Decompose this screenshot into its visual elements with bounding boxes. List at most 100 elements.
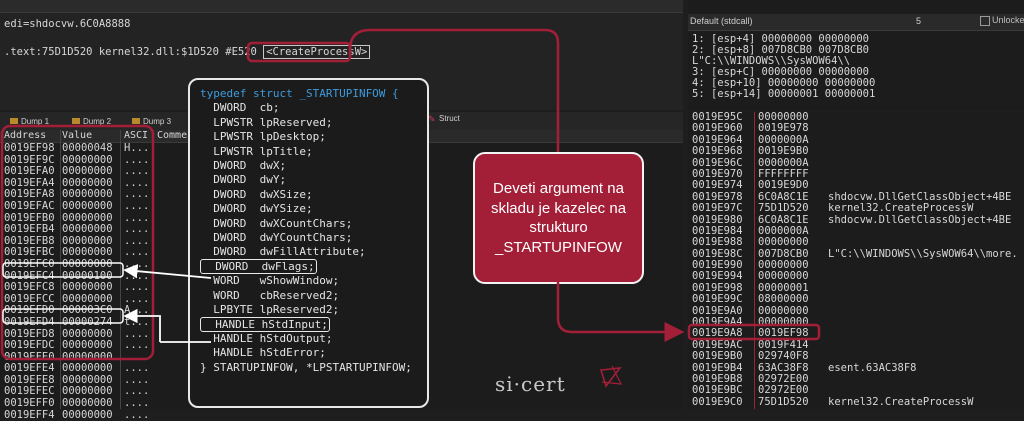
struct-line-text: HANDLE hStdInput; — [200, 316, 330, 332]
row-value: 00000000 — [62, 199, 113, 212]
struct-line-text: DWORD cb; — [200, 101, 280, 115]
tab-dump-3[interactable]: Dump 3 — [132, 114, 171, 128]
row-value: 00000274 — [62, 315, 113, 328]
struct-line: HANDLE hStdError; — [200, 346, 412, 360]
struct-line-text: DWORD dwX; — [200, 159, 287, 173]
row-address: 0019EFC0 — [4, 257, 55, 270]
row-address: 0019EFF4 — [4, 408, 55, 421]
row-value: 00000048 — [62, 142, 113, 154]
struct-line: DWORD dwYSize; — [200, 202, 412, 216]
row-value: 75D1D520 — [758, 202, 809, 215]
tab-label: Struct — [439, 114, 460, 123]
struct-line-text: HANDLE hStdOutput; — [200, 331, 333, 345]
col-comment[interactable]: Comme — [157, 130, 187, 141]
arguments-header: Default (stdcall) 5 Unlocke — [688, 14, 1024, 31]
dump-icon — [72, 118, 80, 124]
struct-line-text: WORD cbReserved2; — [200, 288, 340, 302]
row-ascii: H... — [124, 142, 150, 154]
row-address: 0019EFC8 — [4, 281, 55, 294]
stack-arg-item[interactable]: 2: [esp+8] 007D8CB0 007D8CB0 L"C:\\WINDO… — [692, 45, 1024, 67]
struct-line-text: } STARTUPINFOW, *LPSTARTUPINFOW; — [200, 360, 412, 374]
col-ascii[interactable]: ASCI — [124, 130, 148, 141]
tab-label: Dump 3 — [143, 116, 172, 126]
tab-dump-2[interactable]: Dump 2 — [72, 114, 111, 128]
column-divider — [754, 112, 755, 409]
sicert-logo: si·cert — [495, 372, 566, 396]
struct-line: DWORD dwFillAttribute; — [200, 245, 412, 259]
row-address: 0019EFB4 — [4, 223, 55, 236]
row-value: 00000000 — [62, 223, 113, 236]
disassembly-strip — [0, 0, 683, 13]
struct-line: LPWSTR lpDesktop; — [200, 130, 412, 144]
struct-line-text: LPWSTR lpTitle; — [200, 144, 313, 158]
struct-line: DWORD dwFlags; — [200, 258, 412, 274]
struct-line: DWORD dwX; — [200, 159, 412, 173]
row-address: 0019E99C — [692, 293, 743, 306]
col-address[interactable]: Address — [4, 130, 46, 141]
struct-definition-box: typedef struct _STARTUPINFOW { DWORD cb;… — [188, 78, 429, 408]
unlock-checkbox[interactable] — [980, 16, 990, 26]
struct-line-text: LPWSTR lpDesktop; — [200, 130, 326, 144]
row-value: 00000000 — [62, 397, 113, 410]
column-divider — [60, 130, 61, 409]
struct-line-text: DWORD dwYSize; — [200, 202, 313, 216]
row-address: 0019EFAC — [4, 199, 55, 212]
row-value: 00000000 — [758, 236, 809, 249]
stack-arg-item[interactable]: 5: [esp+14] 00000001 00000001 — [692, 89, 1024, 100]
row-value: 0019E9B0 — [758, 145, 809, 158]
row-comment: L"C:\\WINDOWS\\SysWOW64\\more. — [828, 247, 1018, 260]
struct-line-text: DWORD dwFlags; — [200, 258, 317, 274]
arg-count-stepper[interactable]: 5 — [916, 16, 921, 26]
annotation-callout: Deveti argument na skladu je kazelec na … — [473, 152, 644, 284]
row-comment: esent.63AC38F8 — [828, 361, 917, 374]
struct-line: LPWSTR lpTitle; — [200, 145, 412, 159]
row-address: 0019EFF0 — [4, 397, 55, 410]
row-ascii: .... — [124, 339, 150, 352]
row-ascii: .... — [124, 408, 150, 421]
row-ascii: .... — [124, 199, 150, 212]
edi-register-line: edi=shdocvw.6C0A8888 — [4, 18, 131, 30]
row-value: 08000000 — [758, 293, 809, 306]
row-address: 0019E9B0 — [692, 350, 743, 363]
row-ascii: t... — [124, 315, 150, 328]
unlock-label: Unlocke — [992, 15, 1024, 25]
struct-line-text: typedef struct _STARTUPINFOW { — [200, 87, 399, 100]
calling-convention-select[interactable]: Default (stdcall) — [690, 16, 753, 26]
struct-line-text: LPWSTR lpReserved; — [200, 115, 333, 129]
row-address: 0019E968 — [692, 145, 743, 158]
tab-label: Dump 2 — [83, 116, 112, 126]
row-value: 75D1D520 — [758, 395, 809, 408]
row-value: 00000000 — [62, 281, 113, 294]
row-address: 0019EFDC — [4, 339, 55, 352]
address-tag[interactable]: <CreateProcessW> — [263, 45, 371, 59]
tab-dump-1[interactable]: Dump 1 — [10, 114, 49, 128]
struct-line: LPBYTE lpReserved2; — [200, 303, 412, 317]
address-info-line: .text:75D1D520 kernel32.dll:$1D520 #E520… — [4, 45, 371, 59]
row-ascii: .... — [124, 281, 150, 294]
row-address: 0019E988 — [692, 236, 743, 249]
struct-line: DWORD cb; — [200, 101, 412, 115]
stack-args-list: 1: [esp+4] 00000000 00000000 2: [esp+8] 0… — [692, 34, 1024, 100]
struct-line: LPWSTR lpReserved; — [200, 116, 412, 130]
dump-icon — [132, 118, 140, 124]
row-value: 00000000 — [62, 339, 113, 352]
struct-line: WORD cbReserved2; — [200, 289, 412, 303]
struct-line: DWORD dwY; — [200, 173, 412, 187]
row-value: 029740F8 — [758, 350, 809, 363]
address-info-prefix: .text:75D1D520 kernel32.dll:$1D520 #E520 — [4, 46, 264, 58]
column-divider — [120, 130, 121, 409]
tab-struct[interactable]: ✎ Struct — [428, 114, 460, 123]
arguments-panel: Default (stdcall) 5 Unlocke 1: [esp+4] 0… — [688, 0, 1024, 110]
struct-line-text: WORD wShowWindow; — [200, 274, 340, 288]
struct-line-text: LPBYTE lpReserved2; — [200, 303, 340, 317]
row-value: 00000000 — [62, 257, 113, 270]
row-address: 0019EF98 — [4, 142, 55, 154]
struct-line: DWORD dwXSize; — [200, 188, 412, 202]
tab-label: Dump 1 — [21, 116, 50, 126]
struct-line-text: DWORD dwYCountChars; — [200, 231, 353, 245]
struct-line: WORD wShowWindow; — [200, 274, 412, 288]
col-value[interactable]: Value — [62, 130, 92, 141]
struct-line: HANDLE hStdOutput; — [200, 332, 412, 346]
struct-line-text: DWORD dwY; — [200, 173, 287, 187]
struct-line-text: HANDLE hStdError; — [200, 346, 326, 360]
